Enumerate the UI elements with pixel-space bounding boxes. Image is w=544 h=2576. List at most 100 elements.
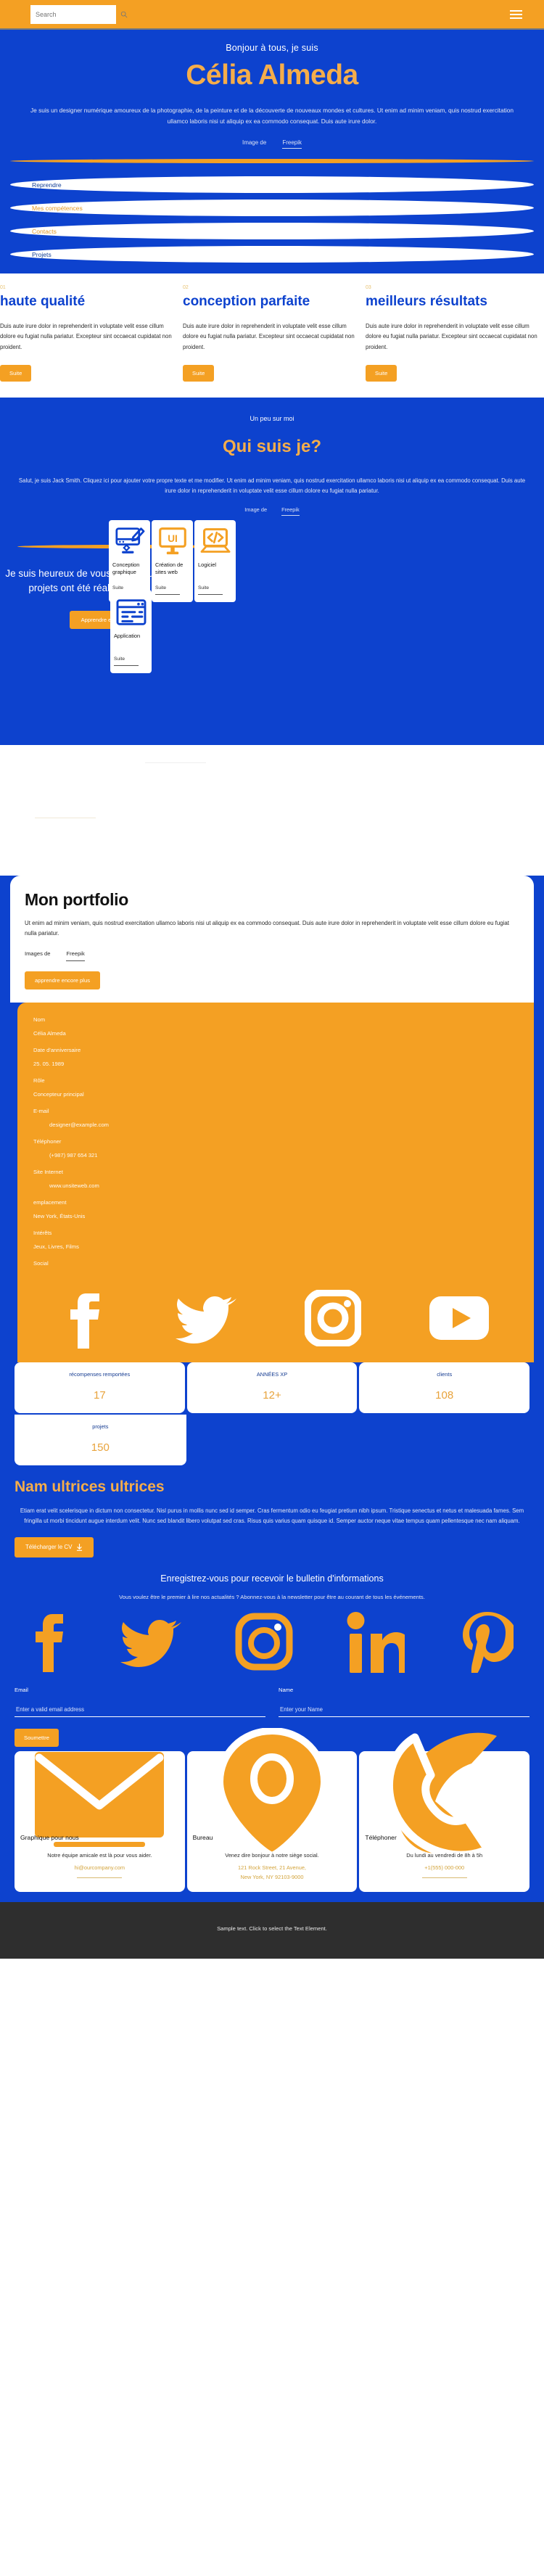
hero-greeting: Bonjour à tous, je suis <box>226 43 318 53</box>
credit-link-freepik[interactable]: Freepik <box>282 139 302 149</box>
info-label: Rôle <box>33 1077 45 1084</box>
stat-value: 17 <box>93 1388 106 1402</box>
service-card-application[interactable]: Application Suite <box>110 590 152 674</box>
info-value: Jeux, Livres, Films <box>33 1243 79 1250</box>
search-box[interactable] <box>30 4 128 24</box>
sidebar-item-reprendre[interactable]: Reprendre <box>10 176 534 194</box>
info-value: Célia Almeda <box>33 1029 66 1037</box>
stat-label: projets <box>92 1423 109 1430</box>
service-card-software[interactable]: Logiciel Suite <box>194 520 236 603</box>
credit-prefix: Images de <box>25 950 51 957</box>
newsletter-section: Enregistrez-vous pour recevoir le bullet… <box>0 1557 544 1747</box>
email-field[interactable] <box>15 1703 265 1717</box>
feature-card: 02 conception parfaite Duis aute irure d… <box>178 285 361 382</box>
sidebar-item-contacts[interactable]: Contacts <box>10 223 534 240</box>
contact-cards-row: Graphique pour nous Notre équipe amicale… <box>15 1727 530 1893</box>
instagram-icon[interactable] <box>235 1613 293 1674</box>
nav-label: Contacts <box>32 227 57 235</box>
linkedin-icon[interactable] <box>347 1610 411 1676</box>
search-icon <box>120 11 128 17</box>
info-label: Nom <box>33 1016 46 1023</box>
service-more-link[interactable]: Suite <box>155 585 180 596</box>
twitter-icon[interactable] <box>120 1616 181 1671</box>
service-more-link[interactable]: Suite <box>198 585 223 596</box>
contact-card-link[interactable]: 121 Rock Street, 21 Avenue, New York, NY… <box>193 1864 352 1882</box>
contact-card-underline <box>77 1877 123 1878</box>
contact-card-link[interactable]: hi@ourcompany.com <box>20 1864 179 1873</box>
features-section: 01 haute qualité Duis aute irure dolor i… <box>0 273 544 398</box>
email-label: Email <box>15 1686 28 1693</box>
info-row: Site Internet www.unsiteweb.com <box>33 1165 518 1193</box>
stat-card: récompenses remportées 17 <box>15 1362 185 1413</box>
hero-nav-list: Reprendre Mes compétences Contacts Proje… <box>0 153 544 273</box>
pinterest-icon[interactable] <box>458 1610 516 1679</box>
nav-label: Reprendre <box>32 181 62 189</box>
info-label: Date d'anniversaire <box>33 1046 81 1053</box>
portfolio-learn-more-button[interactable]: apprendre encore plus <box>25 971 100 989</box>
download-icon <box>77 1543 83 1551</box>
feature-number: 01 <box>0 285 6 291</box>
hero-image-credit: Image de Freepik <box>0 139 544 149</box>
facebook-icon[interactable] <box>30 1611 67 1676</box>
feature-body: Duis aute irure dolor in reprehenderit i… <box>0 322 172 350</box>
hamburger-bar <box>510 9 522 12</box>
hero-name: Célia Almeda <box>186 59 358 91</box>
decorative-line <box>145 762 206 764</box>
info-row: Intérêts Jeux, Livres, Films <box>33 1226 518 1254</box>
feature-card: 01 haute qualité Duis aute irure dolor i… <box>0 285 178 382</box>
feature-card: 03 meilleurs résultats Duis aute irure d… <box>361 285 544 382</box>
feature-more-button[interactable]: Suite <box>0 365 32 382</box>
service-card-web-design[interactable]: UI Création de sites web Suite <box>152 520 193 603</box>
search-input[interactable] <box>36 10 120 18</box>
credit-link-freepik[interactable]: Freepik <box>66 950 85 961</box>
portfolio-card: Mon portfolio Ut enim ad minim veniam, q… <box>10 876 534 1003</box>
feature-more-button[interactable]: Suite <box>366 365 397 382</box>
oval-shape <box>10 159 534 164</box>
newsletter-subtext: Vous voulez être le premier à lire nos a… <box>119 1593 425 1600</box>
about-highlight-cta-wrap: Apprendre encore plus <box>0 611 218 630</box>
hamburger-bar <box>510 13 522 15</box>
hero-description: Je suis un designer numérique amoureux d… <box>30 107 514 125</box>
sidebar-item-projets[interactable]: Projets <box>10 246 534 263</box>
info-value[interactable]: designer@example.com <box>33 1118 518 1132</box>
oval-shape <box>10 246 534 263</box>
feature-body: Duis aute irure dolor in reprehenderit i… <box>183 322 355 350</box>
service-more-link[interactable]: Suite <box>114 657 139 667</box>
name-field-wrap: Name <box>279 1687 529 1717</box>
stat-value: 108 <box>435 1388 454 1402</box>
browser-window-icon <box>114 597 148 627</box>
newsletter-social-row <box>15 1600 529 1682</box>
page-title: Mon portfolio <box>25 890 128 910</box>
twitter-icon[interactable] <box>176 1291 237 1349</box>
info-value[interactable]: www.unsiteweb.com <box>33 1179 518 1193</box>
svg-text:UI: UI <box>168 533 178 544</box>
page-footer: Sample text. Click to select the Text El… <box>0 1902 544 1959</box>
stats-row-secondary: projets 150 <box>15 1414 529 1465</box>
info-value[interactable]: (+987) 987 654 321 <box>33 1148 518 1162</box>
youtube-icon[interactable] <box>429 1296 490 1344</box>
about-section: Un peu sur moi Qui suis je? Salut, je su… <box>0 398 544 746</box>
service-name: Application <box>114 633 141 640</box>
contact-card-link[interactable]: +1(555) 000-000 <box>365 1864 524 1873</box>
stat-label: ANNÉES XP <box>256 1370 288 1378</box>
nav-label: Projets <box>32 250 51 258</box>
name-field[interactable] <box>279 1703 529 1717</box>
nam-body: Etiam erat velit scelerisque in dictum n… <box>20 1507 524 1525</box>
facebook-icon[interactable] <box>62 1288 108 1352</box>
instagram-icon[interactable] <box>303 1288 362 1350</box>
hamburger-menu-icon[interactable] <box>510 9 522 19</box>
credit-link-freepik[interactable]: Freepik <box>281 506 300 517</box>
info-row: Nom Célia Almeda <box>33 1013 518 1040</box>
phone-icon <box>365 1732 524 1855</box>
contact-card-phone: Téléphoner Du lundi au vendredi de 8h à … <box>359 1732 530 1893</box>
stat-card: ANNÉES XP 12+ <box>186 1362 358 1413</box>
portfolio-image-credit: Images de Freepik <box>25 950 519 961</box>
info-value: 25. 05. 1989 <box>33 1060 65 1067</box>
feature-more-button[interactable]: Suite <box>183 365 215 382</box>
download-cv-button[interactable]: Télécharger le CV <box>15 1536 94 1557</box>
contact-card-office: Bureau Venez dire bonjour à notre siège … <box>186 1727 358 1893</box>
stat-label: récompenses remportées <box>69 1370 131 1378</box>
email-field-wrap: Email <box>15 1687 265 1717</box>
service-name: Logiciel <box>198 561 217 569</box>
sidebar-item-competences[interactable]: Mes compétences <box>10 199 534 217</box>
